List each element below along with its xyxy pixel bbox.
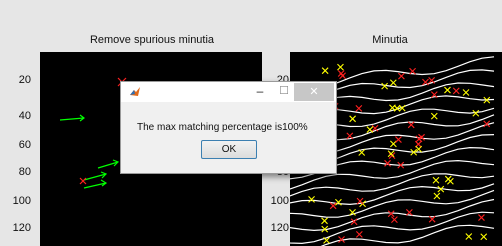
green-arrows xyxy=(59,114,120,189)
minimize-button[interactable]: – xyxy=(249,84,271,100)
dialog-titlebar[interactable]: – ☐ ✕ xyxy=(121,82,336,102)
close-button[interactable]: ✕ xyxy=(294,83,334,101)
left-ytick-20: 20 xyxy=(18,74,31,86)
dialog-message: The max matching percentage is100% xyxy=(137,122,308,133)
minutia-marker xyxy=(366,126,374,133)
minutia-marker xyxy=(430,112,438,120)
minutia-marker xyxy=(407,121,415,129)
matlab-icon xyxy=(130,87,140,96)
minutia-marker xyxy=(478,214,485,221)
minutia-marker xyxy=(462,89,470,96)
ok-button[interactable]: OK xyxy=(201,140,257,159)
minutia-marker xyxy=(432,176,440,184)
minutia-marker xyxy=(480,233,488,241)
minutia-marker xyxy=(472,109,480,117)
left-panel-title: Remove spurious minutia xyxy=(89,34,215,46)
minutia-marker xyxy=(321,217,328,225)
minutia-marker xyxy=(349,115,356,123)
minutia-marker xyxy=(329,202,337,210)
minutia-marker xyxy=(337,63,344,71)
minutia-marker xyxy=(465,233,473,240)
right-panel-title: Minutia xyxy=(372,34,408,46)
minutia-marker xyxy=(387,210,395,218)
left-ytick-60: 60 xyxy=(18,139,31,151)
minutia-marker xyxy=(444,175,452,183)
minutia-marker xyxy=(355,230,363,238)
minutia-marker xyxy=(395,136,402,143)
minutia-marker xyxy=(335,198,342,206)
maximize-button[interactable]: ☐ xyxy=(273,84,295,100)
right-ytick-120: 120 xyxy=(270,222,289,234)
left-ytick-100: 100 xyxy=(12,195,31,207)
minutia-marker xyxy=(391,216,398,224)
minutia-marker xyxy=(433,192,441,200)
minutia-marker xyxy=(337,70,345,77)
minutia-marker xyxy=(355,105,363,112)
minutia-marker xyxy=(321,67,329,75)
minutia-marker xyxy=(389,79,397,87)
left-ytick-120: 120 xyxy=(12,222,31,234)
left-ytick-80: 80 xyxy=(18,166,31,178)
minutia-marker xyxy=(308,195,315,203)
minutia-marker xyxy=(452,87,460,95)
minutia-marker xyxy=(384,159,391,167)
minutia-marker xyxy=(415,145,423,153)
message-dialog: – ☐ ✕ The max matching percentage is100%… xyxy=(120,81,337,174)
minutia-marker xyxy=(398,72,405,80)
minutia-marker xyxy=(444,86,451,94)
right-ytick-100: 100 xyxy=(270,195,289,207)
left-ytick-40: 40 xyxy=(18,110,31,122)
minutia-marker xyxy=(346,132,354,140)
